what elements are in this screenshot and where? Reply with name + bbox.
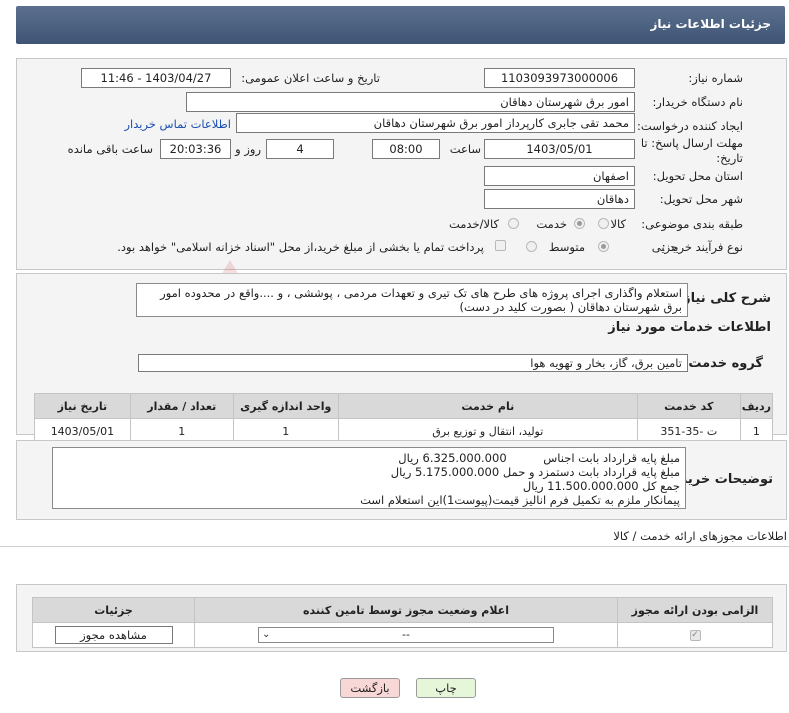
city-field: دهاقان (484, 189, 635, 209)
col-quantity: تعداد / مقدار (129, 393, 234, 419)
city-label: شهر محل تحویل: (659, 192, 743, 206)
category-option-goods: کالا (610, 217, 626, 231)
buyer-notes-text: مبلغ پایه قرارداد بابت اجناس 6.325.000.0… (52, 447, 686, 509)
remaining-time-label: ساعت باقی مانده (67, 142, 153, 156)
permit-status-select[interactable]: -- ⌄ (258, 627, 554, 643)
table-row: ✓ -- ⌄ مشاهده مجوز (32, 622, 773, 648)
col-permit-status: اعلام وضعیت مجوز توسط تامین کننده (194, 597, 618, 623)
chevron-down-icon: ⌄ (262, 629, 271, 640)
permit-select-value: -- (402, 628, 410, 641)
category-radio-service[interactable] (574, 218, 585, 229)
process-option-medium: متوسط (548, 240, 585, 254)
treasury-checkbox[interactable] (495, 240, 506, 251)
deadline-label-line1: مهلت ارسال پاسخ: تا (640, 136, 743, 150)
creator-label: ایجاد کننده درخواست: (637, 119, 743, 133)
col-permit-details: جزئیات (32, 597, 195, 623)
process-radio-medium[interactable] (526, 241, 537, 252)
buyer-notes-line: پیمانکار ملزم به تکمیل فرم انالیز قیمت(پ… (360, 493, 680, 507)
summary-label: شرح کلی نیاز: (677, 291, 771, 306)
need-number-field: 1103093973000006 (484, 68, 635, 88)
announce-date-field: 1403/04/27 - 11:46 (81, 68, 231, 88)
days-remaining-field: 4 (266, 139, 334, 159)
buyer-contact-link[interactable]: اطلاعات تماس خریدار (124, 117, 231, 131)
print-button[interactable]: چاپ (416, 678, 476, 698)
category-option-both: کالا/خدمت (448, 217, 499, 231)
province-label: استان محل تحویل: (652, 169, 743, 183)
cell-permit-required: ✓ (617, 622, 773, 648)
announce-date-label: تاریخ و ساعت اعلان عمومی: (241, 71, 380, 85)
category-label: طبقه بندی موضوعی: (641, 217, 743, 231)
cell-permit-details: مشاهده مجوز (32, 622, 195, 648)
category-option-service: خدمت (536, 217, 567, 231)
view-permit-button[interactable]: مشاهده مجوز (54, 626, 173, 644)
process-option-minor: جزیی (651, 240, 678, 254)
category-radio-goods[interactable] (598, 218, 609, 229)
buyer-notes-line: مبلغ پایه قرارداد بابت دستمزد و حمل 5.17… (390, 465, 680, 479)
col-unit: واحد اندازه گیری (232, 393, 339, 419)
services-table-header: ردیف کد خدمت نام خدمت واحد اندازه گیری ت… (34, 393, 774, 419)
province-field: اصفهان (484, 166, 635, 186)
back-button[interactable]: بازگشت (340, 678, 400, 698)
permits-table-header: الزامی بودن ارائه مجوز اعلام وضعیت مجوز … (32, 597, 773, 623)
deadline-label: مهلت ارسال پاسخ: تا تاریخ: (641, 136, 743, 166)
col-service-name: نام خدمت (337, 393, 638, 419)
buyer-notes-line: مبلغ پایه قرارداد بابت اجناس 6.325.000.0… (398, 451, 680, 465)
buyer-org-label: نام دستگاه خریدار: (652, 95, 743, 109)
permits-section-title: اطلاعات مجوزهای ارائه خدمت / کالا (613, 529, 787, 543)
permits-table: الزامی بودن ارائه مجوز اعلام وضعیت مجوز … (32, 597, 773, 648)
col-permit-required: الزامی بودن ارائه مجوز (617, 597, 773, 623)
page-title: جزئیات اطلاعات نیاز (650, 17, 771, 31)
permit-required-checkbox[interactable]: ✓ (689, 630, 701, 641)
remaining-time-field: 20:03:36 (160, 139, 231, 159)
services-table: ردیف کد خدمت نام خدمت واحد اندازه گیری ت… (34, 393, 774, 444)
days-label: روز و (235, 142, 261, 156)
category-radio-both[interactable] (508, 218, 519, 229)
col-need-date: تاریخ نیاز (34, 393, 131, 419)
summary-text: استعلام واگذاری اجرای پروژه های طرح های … (136, 283, 688, 317)
deadline-time-field: 08:00 (372, 139, 440, 159)
buyer-org-field: امور برق شهرستان دهاقان (186, 92, 635, 112)
buyer-notes-line: جمع کل 11.500.000.000 ریال (522, 479, 680, 493)
deadline-time-label: ساعت (449, 142, 481, 156)
service-group-field: تامین برق، گاز، بخار و تهویه هوا (138, 354, 688, 372)
process-radio-minor[interactable] (598, 241, 609, 252)
need-number-label: شماره نیاز: (688, 71, 743, 85)
col-service-code: کد خدمت (636, 393, 741, 419)
col-row: ردیف (739, 393, 774, 419)
page-header: جزئیات اطلاعات نیاز (16, 6, 785, 44)
services-section-title: اطلاعات خدمات مورد نیاز (608, 320, 771, 335)
deadline-date-field: 1403/05/01 (484, 139, 635, 159)
cell-permit-status: -- ⌄ (194, 622, 618, 648)
treasury-note: پرداخت تمام یا بخشی از مبلغ خرید،از محل … (117, 240, 484, 254)
deadline-label-line2: تاریخ: (716, 151, 743, 165)
permits-divider (0, 546, 789, 547)
service-group-label: گروه خدمت: (683, 356, 763, 371)
creator-field: محمد تقی جابری کارپرداز امور برق شهرستان… (236, 113, 635, 133)
